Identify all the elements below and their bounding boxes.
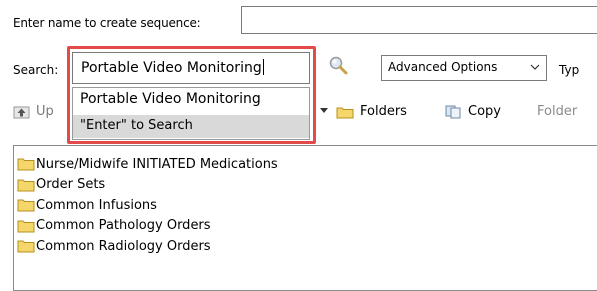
up-button[interactable]: Up bbox=[13, 104, 54, 119]
sequence-name-input[interactable] bbox=[241, 6, 597, 34]
sequence-name-label: Enter name to create sequence: bbox=[13, 16, 201, 30]
folder-icon bbox=[17, 240, 35, 253]
type-label: Typ bbox=[559, 63, 580, 77]
advanced-options-value: Advanced Options bbox=[388, 60, 498, 74]
folder-button[interactable]: Folder bbox=[537, 104, 577, 119]
tree-item-label: Common Pathology Orders bbox=[36, 218, 211, 234]
folder-tree: Nurse/Midwife INITIATED Medications Orde… bbox=[17, 154, 278, 257]
folders-label: Folders bbox=[360, 104, 407, 119]
highlight-box bbox=[67, 46, 316, 144]
up-label: Up bbox=[36, 104, 54, 119]
tree-item-common-radiology-orders[interactable]: Common Radiology Orders bbox=[17, 236, 278, 257]
folder-icon bbox=[17, 158, 35, 171]
folder-icon bbox=[17, 199, 35, 212]
chevron-down-icon bbox=[530, 64, 540, 70]
folder-label: Folder bbox=[537, 104, 578, 119]
tree-item-label: Common Radiology Orders bbox=[36, 238, 211, 254]
advanced-options-dropdown[interactable]: Advanced Options bbox=[381, 55, 547, 81]
tree-item-common-infusions[interactable]: Common Infusions bbox=[17, 195, 278, 216]
tree-item-label: Nurse/Midwife INITIATED Medications bbox=[36, 156, 278, 172]
folder-icon bbox=[17, 220, 35, 233]
tree-item-common-pathology-orders[interactable]: Common Pathology Orders bbox=[17, 216, 278, 237]
folder-icon bbox=[336, 107, 354, 118]
folder-icon bbox=[17, 179, 35, 192]
tree-item-label: Order Sets bbox=[36, 177, 106, 193]
toolbar-dropdown-arrow-icon[interactable] bbox=[320, 106, 328, 114]
folder-up-icon bbox=[13, 106, 30, 118]
search-label: Search: bbox=[13, 63, 59, 77]
tree-item-nurse-midwife[interactable]: Nurse/Midwife INITIATED Medications bbox=[17, 154, 278, 175]
copy-icon bbox=[445, 105, 461, 118]
copy-label: Copy bbox=[468, 104, 501, 119]
folders-button[interactable]: Folders bbox=[336, 104, 407, 119]
tree-item-label: Common Infusions bbox=[36, 197, 157, 213]
tree-item-order-sets[interactable]: Order Sets bbox=[17, 175, 278, 196]
search-icon[interactable] bbox=[328, 55, 350, 77]
copy-button[interactable]: Copy bbox=[444, 104, 501, 119]
